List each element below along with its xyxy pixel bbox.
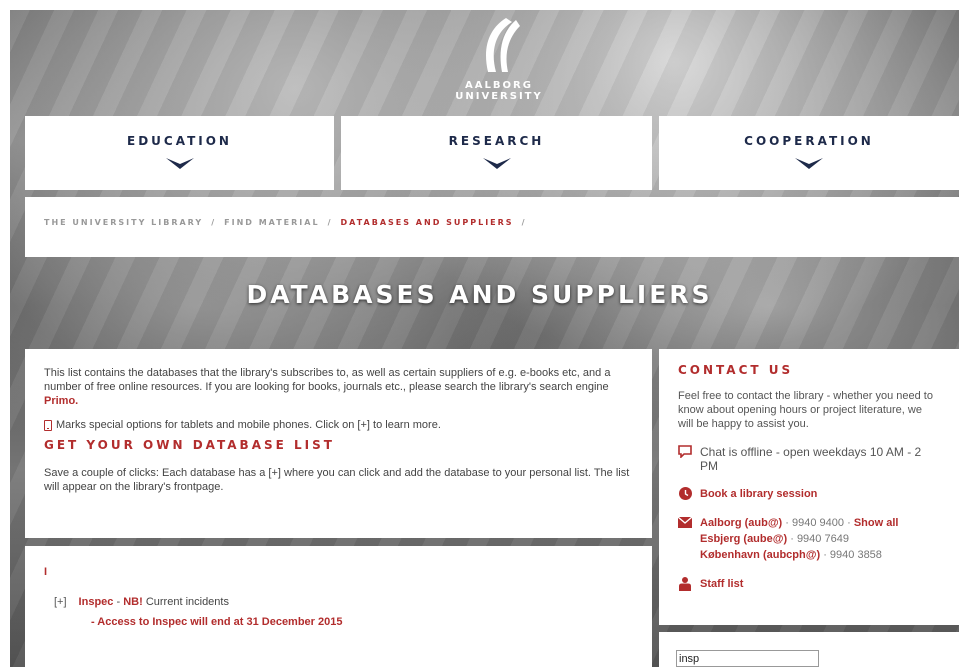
- page-title: DATABASES AND SUPPLIERS: [246, 280, 713, 309]
- breadcrumb-university-library[interactable]: THE UNIVERSITY LIBRARY: [44, 218, 203, 227]
- location-phone: 9940 9400: [792, 517, 845, 529]
- aau-logo-icon: [486, 18, 520, 72]
- intro-panel: This list contains the databases that th…: [25, 349, 652, 538]
- book-session-link[interactable]: Book a library session: [700, 487, 817, 501]
- person-icon: [678, 577, 692, 591]
- locations-row: Aalborg (aub@) · 9940 9400 · Show all Es…: [678, 515, 940, 563]
- add-to-list-button[interactable]: [+]: [54, 596, 67, 608]
- intro-body: This list contains the databases that th…: [44, 367, 611, 393]
- chat-row[interactable]: Chat is offline - open weekdays 10 AM - …: [678, 445, 940, 473]
- tablet-note-row: Marks special options for tablets and mo…: [44, 418, 633, 432]
- book-session-row[interactable]: Book a library session: [678, 487, 940, 501]
- contact-text: Feel free to contact the library - wheth…: [678, 390, 933, 430]
- nav-research-label: RESEARCH: [448, 134, 545, 148]
- location-phone: 9940 3858: [829, 549, 882, 561]
- nav-education[interactable]: EDUCATION: [25, 116, 334, 190]
- staff-list-row[interactable]: Staff list: [678, 577, 940, 591]
- logo-text: AALBORG UNIVERSITY: [455, 80, 543, 102]
- chat-icon: [678, 445, 692, 458]
- show-all-link[interactable]: Show all: [854, 517, 899, 529]
- contact-panel: CONTACT US Feel free to contact the libr…: [659, 349, 959, 625]
- incidents-text: Current incidents: [145, 596, 229, 608]
- intro-text: This list contains the databases that th…: [44, 366, 633, 408]
- results-panel: I [+] Inspec - NB! Current incidents - Ac…: [25, 546, 652, 667]
- location-link[interactable]: Aalborg (aub@): [700, 517, 782, 529]
- nb-label: NB!: [123, 596, 143, 608]
- tablet-note: Marks special options for tablets and mo…: [56, 419, 441, 431]
- access-note: - Access to Inspec will end at 31 Decemb…: [91, 616, 343, 628]
- contact-heading: CONTACT US: [678, 363, 794, 377]
- database-search-input[interactable]: [676, 650, 819, 667]
- nav-research[interactable]: RESEARCH: [341, 116, 652, 190]
- nav-cooperation[interactable]: COOPERATION: [659, 116, 959, 190]
- location-phone: 9940 7649: [796, 533, 849, 545]
- primo-link[interactable]: Primo.: [44, 395, 78, 407]
- dash: -: [116, 596, 121, 608]
- breadcrumb-separator: /: [211, 218, 217, 227]
- breadcrumb: THE UNIVERSITY LIBRARY / FIND MATERIAL / DAT…: [25, 197, 959, 257]
- location-list: Aalborg (aub@) · 9940 9400 · Show all Es…: [700, 515, 898, 563]
- university-logo[interactable]: AALBORG UNIVERSITY: [424, 16, 574, 102]
- chat-status: Chat is offline - open weekdays 10 AM - …: [700, 445, 922, 473]
- chevron-down-icon: [482, 158, 511, 169]
- chevron-down-icon: [795, 158, 823, 169]
- mail-icon: [678, 515, 692, 528]
- chevron-down-icon: [165, 158, 194, 169]
- location-link[interactable]: København (aubcph@): [700, 549, 820, 561]
- location-link[interactable]: Esbjerg (aube@): [700, 533, 787, 545]
- nav-education-label: EDUCATION: [127, 134, 232, 148]
- letter-heading: I: [44, 566, 48, 578]
- tablet-icon: [44, 419, 52, 431]
- location-item: København (aubcph@) · 9940 3858: [700, 549, 882, 561]
- location-item: Esbjerg (aube@) · 9940 7649: [700, 533, 849, 545]
- breadcrumb-separator: /: [521, 218, 527, 227]
- database-row: [+] Inspec - NB! Current incidents: [44, 596, 633, 608]
- database-list-heading: GET YOUR OWN DATABASE LIST: [44, 438, 335, 452]
- nav-cooperation-label: COOPERATION: [744, 134, 874, 148]
- clock-icon: [678, 487, 692, 500]
- breadcrumb-separator: /: [327, 218, 333, 227]
- breadcrumb-find-material[interactable]: FIND MATERIAL: [224, 218, 319, 227]
- staff-list-link[interactable]: Staff list: [700, 577, 743, 591]
- database-list-text: Save a couple of clicks: Each database h…: [44, 467, 630, 493]
- database-link-inspec[interactable]: Inspec: [79, 596, 114, 608]
- location-item: Aalborg (aub@) · 9940 9400 · Show all: [700, 517, 899, 529]
- breadcrumb-databases[interactable]: DATABASES AND SUPPLIERS: [341, 218, 514, 227]
